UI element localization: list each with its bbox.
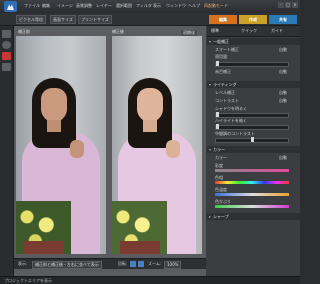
color-label: カラー bbox=[215, 155, 227, 160]
contrast-auto-button[interactable]: 自動 bbox=[279, 98, 287, 103]
rotate-right-icon[interactable] bbox=[138, 261, 144, 267]
hue-slider[interactable] bbox=[215, 181, 289, 184]
hand-shape bbox=[166, 140, 180, 158]
shadows-label: シャドウを明るく bbox=[215, 106, 247, 111]
menu-help[interactable]: ヘルプ bbox=[188, 3, 200, 9]
view-toolbar: ピクセル等倍 画面サイズ プリントサイズ 編集 作成 共有 bbox=[0, 13, 300, 26]
project-area-toggle[interactable]: プロジェクトエリアを表示 bbox=[4, 278, 52, 284]
hue-label: 色相 bbox=[215, 175, 223, 180]
tool-strip bbox=[0, 26, 14, 276]
after-photo bbox=[112, 36, 202, 254]
tab-quick[interactable]: クイック bbox=[241, 28, 257, 34]
window-controls: - □ × bbox=[277, 2, 298, 8]
tab-full[interactable]: 標準 bbox=[211, 28, 219, 34]
temperature-slider[interactable] bbox=[215, 193, 289, 196]
menu-view[interactable]: 表示 bbox=[153, 3, 161, 9]
pot-shape bbox=[120, 241, 160, 254]
red-eye-label: 赤目補正 bbox=[215, 69, 231, 74]
red-eye-auto-button[interactable]: 自動 bbox=[279, 69, 287, 74]
menu-filter[interactable]: フィルタ bbox=[136, 3, 152, 9]
smart-fix-amount-label: 適用量: bbox=[215, 54, 229, 59]
rotate-label: 回転: bbox=[118, 261, 128, 266]
status-bar: プロジェクトエリアを表示 bbox=[0, 276, 300, 284]
after-label: 補正後 bbox=[112, 29, 124, 34]
tab-edit[interactable]: 編集 bbox=[209, 15, 237, 24]
menu-bar: ファイル 編集 イメージ 画質調整 レイヤー 選択範囲 フィルタ 表示 ウィンド… bbox=[0, 0, 300, 14]
crop-tool-icon[interactable] bbox=[2, 63, 11, 71]
zoom-label: ズーム: bbox=[148, 261, 162, 266]
slider-knob[interactable] bbox=[216, 61, 219, 66]
adjustments-panel: 標準 クイック ガイド ▾ 一般補正 スマート補正 自動 適用量: 赤目補正 自動… bbox=[207, 26, 300, 278]
neck-shape bbox=[143, 120, 157, 132]
face-shape bbox=[137, 88, 163, 122]
menu-layer[interactable]: レイヤー bbox=[96, 3, 112, 9]
print-size-button[interactable]: プリントサイズ bbox=[78, 15, 112, 24]
photo-editor-window: ファイル 編集 イメージ 画質調整 レイヤー 選択範囲 フィルタ 表示 ウィンド… bbox=[0, 0, 300, 284]
section-sharpen[interactable]: ▸ シャープ bbox=[207, 213, 300, 220]
view-label: 表示: bbox=[18, 261, 28, 266]
actual-pixels-button[interactable]: ピクセル等倍 bbox=[16, 15, 46, 24]
menu-edit[interactable]: 編集 bbox=[42, 3, 50, 9]
temperature-label: 色温度 bbox=[215, 187, 227, 192]
slider-knob[interactable] bbox=[216, 124, 219, 129]
tint-slider[interactable] bbox=[215, 205, 289, 208]
highlights-label: ハイライトを暗く bbox=[215, 118, 247, 123]
hand-shape bbox=[70, 140, 84, 158]
saturation-label: 彩度 bbox=[215, 163, 223, 168]
smart-fix-slider[interactable] bbox=[215, 61, 289, 67]
midtone-contrast-slider[interactable] bbox=[215, 137, 289, 143]
minimize-icon[interactable]: - bbox=[278, 2, 284, 8]
menu-image[interactable]: イメージ bbox=[57, 3, 73, 9]
view-mode-select[interactable]: 補正前と補正後・左右に並べて表示 bbox=[32, 261, 102, 269]
zoom-tool-icon[interactable] bbox=[2, 30, 11, 38]
tint-label: 色かぶり bbox=[215, 199, 231, 204]
neck-shape bbox=[47, 120, 61, 132]
face-shape bbox=[41, 88, 67, 122]
saturation-slider[interactable] bbox=[215, 169, 289, 172]
menu-mode[interactable]: 再起動モード bbox=[204, 3, 228, 9]
section-general-fix[interactable]: ▾ 一般補正 bbox=[207, 38, 300, 45]
menu-file[interactable]: ファイル bbox=[24, 3, 40, 9]
before-label: 補正前 bbox=[18, 29, 30, 34]
tab-guided[interactable]: ガイド bbox=[271, 28, 283, 34]
section-color[interactable]: ▾ カラー bbox=[207, 146, 300, 153]
hand-tool-icon[interactable] bbox=[2, 41, 11, 49]
color-auto-button[interactable]: 自動 bbox=[279, 155, 287, 160]
rotate-left-icon[interactable] bbox=[130, 261, 136, 267]
highlights-slider[interactable] bbox=[215, 124, 289, 130]
slider-knob[interactable] bbox=[216, 112, 219, 117]
slider-knob[interactable] bbox=[251, 137, 254, 142]
panel-tabs: 標準 クイック ガイド bbox=[207, 26, 300, 37]
tab-create[interactable]: 作成 bbox=[239, 15, 267, 24]
contrast-label: コントラスト bbox=[215, 98, 239, 103]
smart-fix-label: スマート補正 bbox=[215, 47, 239, 52]
red-eye-tool-icon[interactable] bbox=[2, 52, 11, 60]
menu-select[interactable]: 選択範囲 bbox=[116, 3, 132, 9]
menu-window[interactable]: ウィンドウ bbox=[166, 3, 186, 9]
tab-share[interactable]: 共有 bbox=[269, 15, 297, 24]
photo-workspace: 補正前 補正後 初期化 表示: 補正前と補正後・左右に並べて表示 回転: ズーム… bbox=[14, 26, 206, 278]
maximize-icon[interactable]: □ bbox=[285, 2, 291, 8]
smart-fix-auto-button[interactable]: 自動 bbox=[279, 47, 287, 52]
fit-screen-button[interactable]: 画面サイズ bbox=[50, 15, 76, 24]
app-logo-icon[interactable] bbox=[4, 1, 17, 12]
midtone-contrast-label: 中間調のコントラスト bbox=[215, 131, 255, 136]
close-icon[interactable]: × bbox=[292, 2, 298, 8]
before-photo bbox=[16, 36, 106, 254]
menu-enhance[interactable]: 画質調整 bbox=[76, 3, 92, 9]
levels-label: レベル補正 bbox=[215, 90, 235, 95]
view-options-bar: 表示: 補正前と補正後・左右に並べて表示 回転: ズーム: 100% bbox=[14, 258, 206, 269]
zoom-value-field[interactable]: 100% bbox=[164, 261, 182, 269]
section-lighting[interactable]: ▾ ライティング bbox=[207, 81, 300, 88]
levels-auto-button[interactable]: 自動 bbox=[279, 90, 287, 95]
pot-shape bbox=[24, 241, 64, 254]
